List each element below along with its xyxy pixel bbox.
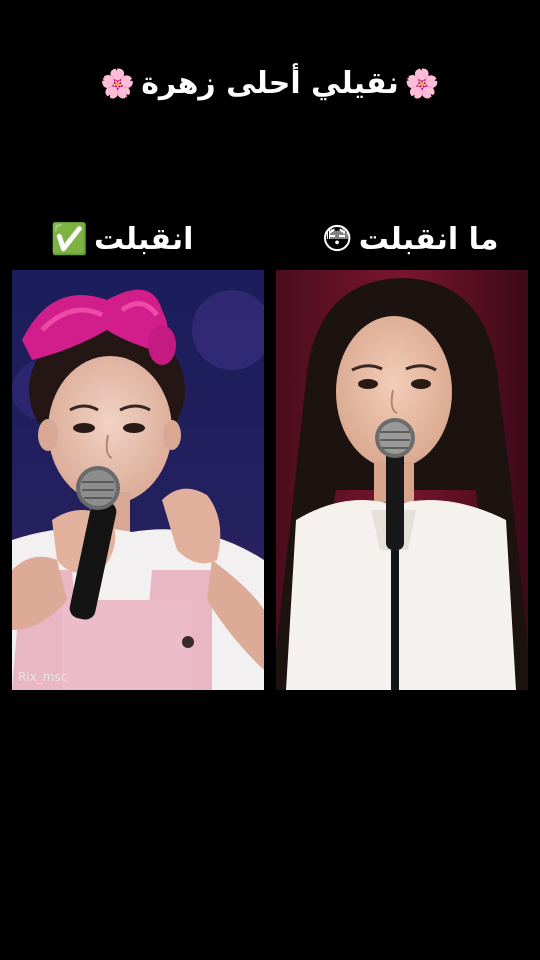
title-text: نقيلي أحلى زهرة [141, 66, 399, 101]
check-mark-icon: ✅ [50, 222, 88, 257]
label-not-accepted: ما انقبلت😳 [312, 222, 502, 257]
label-accepted: انقبلت✅ [44, 222, 194, 257]
page-title: 🌸نقيلي أحلى زهرة🌸 [0, 66, 540, 101]
singer-accepted-image [12, 270, 264, 690]
flushed-face-icon: 😳 [321, 222, 353, 257]
cherry-blossom-icon: 🌸 [404, 67, 440, 100]
photo-singer-accepted [12, 270, 264, 690]
label-not-accepted-text: ما انقبلت [358, 222, 499, 257]
label-accepted-text: انقبلت [93, 222, 194, 257]
photo-singer-not-accepted [276, 270, 528, 690]
watermark: Rix_msc [18, 670, 68, 684]
cherry-blossom-icon: 🌸 [100, 67, 136, 100]
singer-not-accepted-image [276, 270, 528, 690]
